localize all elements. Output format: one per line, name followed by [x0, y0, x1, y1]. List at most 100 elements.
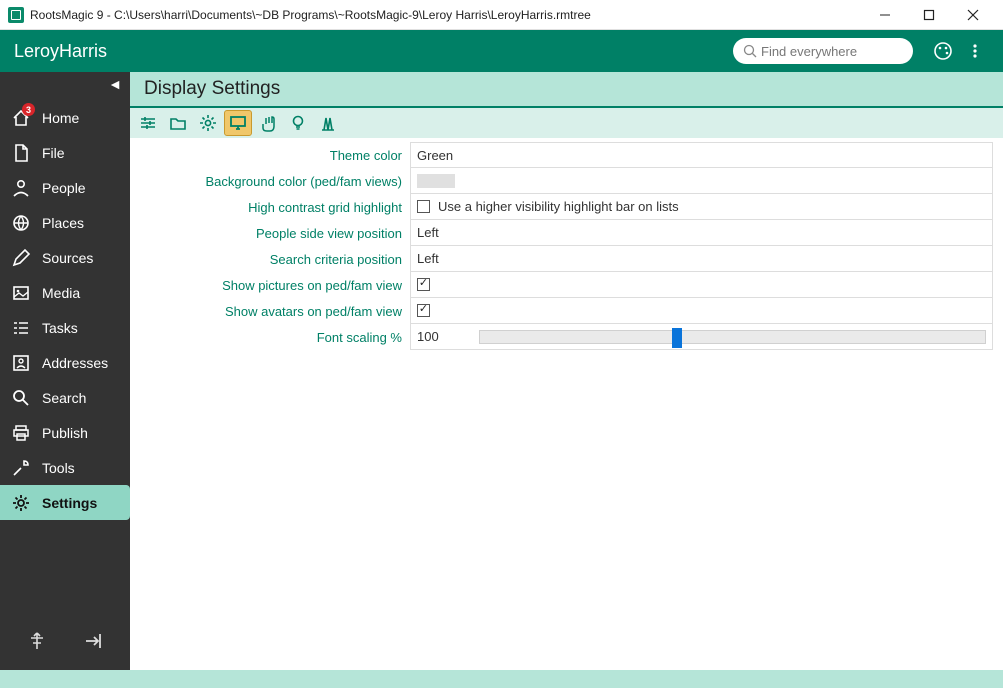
- window-titlebar: RootsMagic 9 - C:\Users\harri\Documents\…: [0, 0, 1003, 30]
- palette-button[interactable]: [929, 37, 957, 65]
- sidebar-item-label: People: [42, 180, 86, 196]
- close-icon: [967, 9, 979, 21]
- tree-link-icon[interactable]: [26, 630, 48, 652]
- page-title: Display Settings: [130, 72, 1003, 108]
- main-panel: Display Settings Theme color Green Backg…: [130, 72, 1003, 670]
- font-scaling-control[interactable]: 100: [410, 324, 993, 350]
- pen-icon: [10, 247, 32, 269]
- sidebar-item-label: Places: [42, 215, 84, 231]
- show-avatars-label: Show avatars on ped/fam view: [130, 304, 410, 319]
- bulb-icon: [289, 114, 307, 132]
- window-title: RootsMagic 9 - C:\Users\harri\Documents\…: [30, 8, 591, 22]
- sidebar-item-label: Tools: [42, 460, 75, 476]
- sidebar-item-label: Home: [42, 110, 79, 126]
- temple-icon: [319, 114, 337, 132]
- sidebar-item-publish[interactable]: Publish: [0, 415, 130, 450]
- show-avatars-checkbox[interactable]: [410, 298, 993, 324]
- monitor-icon: [229, 114, 247, 132]
- app-icon: [8, 7, 24, 23]
- settings-tabstrip: [130, 108, 1003, 138]
- sidebar-item-home[interactable]: 3 Home: [0, 100, 130, 135]
- sidebar-item-label: Search: [42, 390, 86, 406]
- high-contrast-label: High contrast grid highlight: [130, 200, 410, 215]
- slider-thumb[interactable]: [672, 328, 682, 348]
- search-icon: [10, 387, 32, 409]
- bg-color-picker[interactable]: [410, 168, 993, 194]
- close-button[interactable]: [951, 0, 995, 30]
- bg-color-label: Background color (ped/fam views): [130, 174, 410, 189]
- tasks-icon: [10, 317, 32, 339]
- side-view-pos-label: People side view position: [130, 226, 410, 241]
- sidebar-item-tools[interactable]: Tools: [0, 450, 130, 485]
- theme-color-select[interactable]: Green: [410, 142, 993, 168]
- high-contrast-checkbox[interactable]: Use a higher visibility highlight bar on…: [410, 194, 993, 220]
- settings-tab-hints[interactable]: [284, 110, 312, 136]
- print-icon: [10, 422, 32, 444]
- image-icon: [10, 282, 32, 304]
- import-icon[interactable]: [83, 630, 105, 652]
- sidebar-item-label: Sources: [42, 250, 93, 266]
- kebab-icon: [967, 43, 983, 59]
- gear-icon: [10, 492, 32, 514]
- font-scaling-value: 100: [417, 329, 475, 344]
- settings-form: Theme color Green Background color (ped/…: [130, 138, 1003, 350]
- menu-button[interactable]: [961, 37, 989, 65]
- sidebar-item-media[interactable]: Media: [0, 275, 130, 310]
- font-scaling-label: Font scaling %: [130, 330, 410, 345]
- search-icon: [743, 44, 757, 58]
- side-view-pos-select[interactable]: Left: [410, 220, 993, 246]
- sidebar-item-label: Addresses: [42, 355, 108, 371]
- sidebar: ◄ 3 Home File People Places Sources: [0, 72, 130, 670]
- show-pics-checkbox[interactable]: [410, 272, 993, 298]
- database-name: LeroyHarris: [14, 41, 107, 62]
- tools-icon: [10, 457, 32, 479]
- settings-tab-program[interactable]: [194, 110, 222, 136]
- sidebar-item-people[interactable]: People: [0, 170, 130, 205]
- settings-tab-privacy[interactable]: [254, 110, 282, 136]
- theme-color-label: Theme color: [130, 148, 410, 163]
- sidebar-item-label: Settings: [42, 495, 97, 511]
- search-pos-label: Search criteria position: [130, 252, 410, 267]
- sliders-icon: [139, 114, 157, 132]
- hand-icon: [259, 114, 277, 132]
- checkbox-icon: [417, 278, 430, 291]
- minimize-button[interactable]: [863, 0, 907, 30]
- globe-icon: [10, 212, 32, 234]
- show-pics-label: Show pictures on ped/fam view: [130, 278, 410, 293]
- sidebar-item-label: Media: [42, 285, 80, 301]
- global-search[interactable]: Find everywhere: [733, 38, 913, 64]
- home-badge: 3: [22, 103, 35, 116]
- checkbox-icon: [417, 200, 430, 213]
- file-icon: [10, 142, 32, 164]
- sidebar-item-search[interactable]: Search: [0, 380, 130, 415]
- sidebar-item-addresses[interactable]: Addresses: [0, 345, 130, 380]
- settings-tab-temple[interactable]: [314, 110, 342, 136]
- settings-tab-general[interactable]: [134, 110, 162, 136]
- folder-icon: [169, 114, 187, 132]
- checkbox-label: Use a higher visibility highlight bar on…: [438, 199, 679, 214]
- sidebar-item-settings[interactable]: Settings: [0, 485, 130, 520]
- sidebar-item-file[interactable]: File: [0, 135, 130, 170]
- sidebar-collapse-button[interactable]: ◄: [108, 76, 122, 92]
- address-icon: [10, 352, 32, 374]
- app-header: LeroyHarris Find everywhere: [0, 30, 1003, 72]
- maximize-icon: [923, 9, 935, 21]
- font-scaling-slider[interactable]: [479, 330, 986, 344]
- search-pos-select[interactable]: Left: [410, 246, 993, 272]
- color-swatch: [417, 174, 455, 188]
- maximize-button[interactable]: [907, 0, 951, 30]
- sidebar-item-places[interactable]: Places: [0, 205, 130, 240]
- minimize-icon: [879, 9, 891, 21]
- status-bar: [0, 670, 1003, 688]
- gear-icon: [199, 114, 217, 132]
- search-placeholder: Find everywhere: [761, 44, 857, 59]
- sidebar-item-label: File: [42, 145, 65, 161]
- sidebar-item-tasks[interactable]: Tasks: [0, 310, 130, 345]
- settings-tab-folder[interactable]: [164, 110, 192, 136]
- settings-tab-display[interactable]: [224, 110, 252, 136]
- palette-icon: [933, 41, 953, 61]
- checkbox-icon: [417, 304, 430, 317]
- people-icon: [10, 177, 32, 199]
- sidebar-item-label: Tasks: [42, 320, 78, 336]
- sidebar-item-sources[interactable]: Sources: [0, 240, 130, 275]
